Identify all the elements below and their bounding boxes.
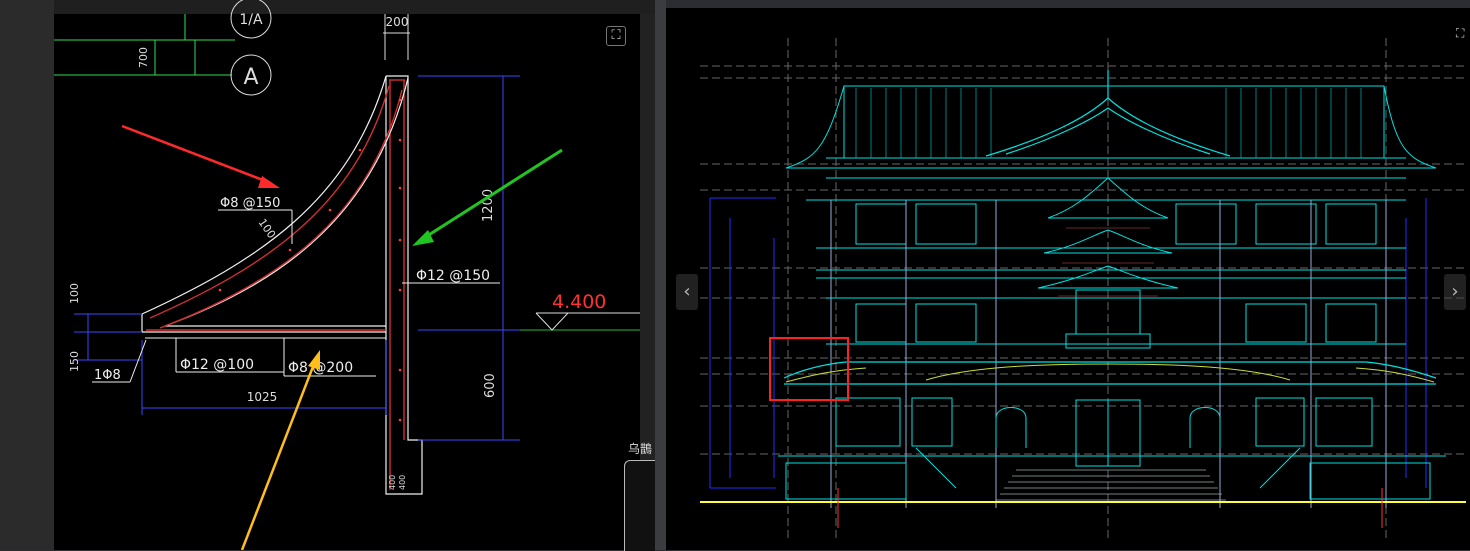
next-image-button[interactable]: › <box>1444 274 1466 310</box>
pane-divider <box>655 0 666 550</box>
dim-700: 700 <box>137 47 150 68</box>
label-slab-rebar-main: Φ12 @100 <box>180 357 254 373</box>
fullscreen-right-icon[interactable]: ⛶ <box>1456 24 1470 42</box>
section-detail-drawing: 1/A A 700 200 1200 600 100 150 1025 100 … <box>54 0 640 550</box>
dim-wall-bottom-a: 400 <box>388 475 397 490</box>
yellow-arrow <box>240 350 320 550</box>
left-image-pane[interactable]: 1/A A 700 200 1200 600 100 150 1025 100 … <box>0 0 655 550</box>
lower-eave <box>783 361 1437 385</box>
dim-200: 200 <box>386 15 409 29</box>
green-arrow <box>412 148 563 246</box>
label-slab-rebar-dist: Φ8 @200 <box>288 360 353 376</box>
dim-150: 150 <box>68 351 81 372</box>
right-image-pane[interactable]: ‹ › <box>666 8 1470 550</box>
axis-label-1a: 1/A <box>239 12 263 28</box>
axis-label-a: A <box>243 65 258 90</box>
dim-600: 600 <box>483 373 498 398</box>
dim-100: 100 <box>68 283 81 304</box>
dim-1025: 1025 <box>247 390 278 404</box>
side-widget-panel[interactable] <box>624 460 655 551</box>
elevation-mark <box>520 312 640 331</box>
label-edge-rebar: 1Φ8 <box>94 368 121 383</box>
fullscreen-left-icon[interactable]: ⛶ <box>606 26 626 46</box>
label-wall-rebar: Φ12 @150 <box>416 268 490 284</box>
label-curve-rebar: Φ8 @150 <box>220 196 280 211</box>
red-arrow <box>121 124 280 188</box>
elevation-value: 4.400 <box>552 291 606 313</box>
side-widget-label: 乌鵲 <box>628 442 653 456</box>
temple-elevation-drawing <box>700 38 1466 538</box>
upper-floor <box>806 199 1406 345</box>
prev-image-button[interactable]: ‹ <box>676 274 698 310</box>
ground-floor <box>778 397 1446 500</box>
dim-wall-bottom-b: 400 <box>398 475 407 490</box>
